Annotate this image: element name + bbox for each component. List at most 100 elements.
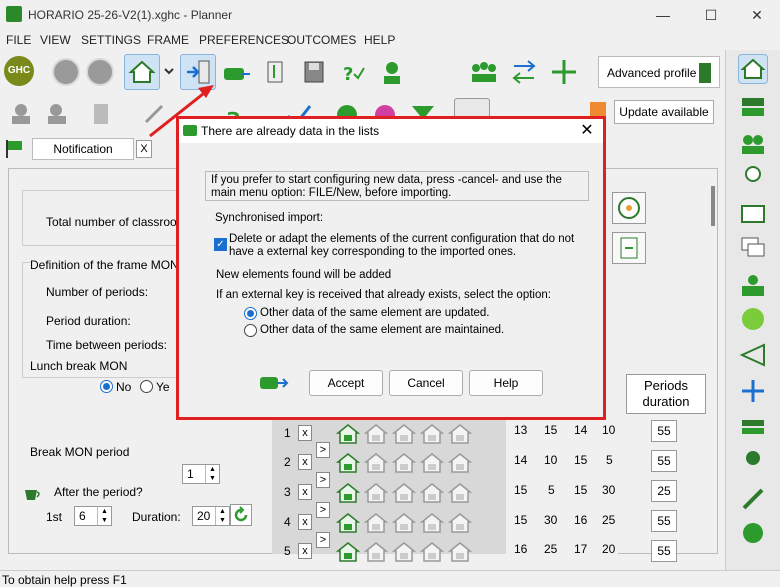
classroom-house-icon[interactable] (391, 451, 417, 475)
duration-stepper[interactable]: 20 ▲ ▼ (192, 506, 230, 526)
classroom-house-icon[interactable] (447, 451, 473, 475)
menu-file[interactable]: FILE (6, 33, 31, 47)
lunch-yes-radio[interactable] (140, 380, 153, 393)
close-tab-button[interactable]: X (136, 140, 152, 158)
import-icon[interactable] (180, 54, 216, 90)
classroom-house-icon[interactable] (335, 540, 361, 564)
sidebar-triangle-icon[interactable] (738, 340, 768, 370)
accept-button[interactable]: Accept (309, 370, 383, 396)
classroom-house-icon[interactable] (419, 481, 445, 505)
period-duration-cell[interactable]: 55 (651, 420, 677, 442)
export-bus-icon[interactable] (218, 54, 254, 90)
sidebar-board-icon[interactable] (738, 200, 768, 230)
menu-help[interactable]: HELP (364, 33, 395, 47)
advanced-profile-button[interactable]: Advanced profile (598, 56, 720, 88)
sidebar-people-icon[interactable] (738, 270, 768, 300)
row-insert-button[interactable]: > (316, 472, 330, 488)
sidebar-compress-icon[interactable] (738, 376, 768, 406)
classroom-house-icon[interactable] (419, 422, 445, 446)
classroom-house-icon[interactable] (391, 540, 417, 564)
add-group-icon[interactable] (44, 98, 80, 134)
sidebar-edit-icon[interactable] (738, 518, 768, 548)
sync-icon[interactable] (506, 54, 542, 90)
classroom-house-icon[interactable] (335, 422, 361, 446)
period-duration-cell[interactable]: 55 (651, 450, 677, 472)
maximize-button[interactable]: ☐ (688, 0, 734, 30)
classroom-house-icon[interactable] (447, 511, 473, 535)
classroom-house-icon[interactable] (363, 481, 389, 505)
document-icon[interactable] (86, 98, 122, 134)
apply-schedule-icon[interactable] (612, 232, 646, 264)
menu-preferences[interactable]: PREFERENCES (199, 33, 289, 47)
first-period-stepper[interactable]: 6 ▲ ▼ (74, 506, 112, 526)
help-check-icon[interactable]: ? (334, 54, 370, 90)
row-insert-button[interactable]: > (316, 502, 330, 518)
chevron-down-icon[interactable] (162, 60, 176, 82)
save-icon[interactable] (296, 54, 332, 90)
help-button[interactable]: Help (469, 370, 543, 396)
period-duration-cell[interactable]: 55 (651, 510, 677, 532)
sidebar-teacher-icon[interactable] (738, 162, 768, 192)
classroom-house-icon[interactable] (363, 540, 389, 564)
row-insert-button[interactable]: > (316, 532, 330, 548)
classroom-house-icon[interactable] (363, 422, 389, 446)
sidebar-smile-icon[interactable] (738, 304, 768, 334)
nav-forward-icon[interactable] (86, 58, 114, 86)
cancel-button[interactable]: Cancel (389, 370, 463, 396)
sidebar-groups-icon[interactable] (738, 128, 768, 158)
ghc-logo-button[interactable]: GHC (4, 56, 34, 86)
classroom-house-icon[interactable] (335, 481, 361, 505)
row-delete-button[interactable]: x (298, 543, 312, 559)
classroom-house-icon[interactable] (391, 481, 417, 505)
period-duration-cell[interactable]: 55 (651, 540, 677, 562)
row-delete-button[interactable]: x (298, 484, 312, 500)
sidebar-stack-icon[interactable] (738, 412, 768, 442)
refresh-icon[interactable] (230, 504, 252, 526)
distribute-icon[interactable] (546, 54, 582, 90)
row-delete-button[interactable]: x (298, 514, 312, 530)
minimize-button[interactable]: — (640, 0, 686, 30)
menu-settings[interactable]: SETTINGS (81, 33, 141, 47)
view-schedule-icon[interactable] (612, 192, 646, 224)
classroom-house-icon[interactable] (447, 540, 473, 564)
row-delete-button[interactable]: x (298, 454, 312, 470)
stepper-arrows-icon[interactable]: ▲ ▼ (205, 465, 219, 483)
menu-view[interactable]: VIEW (40, 33, 71, 47)
delete-adapt-checkbox[interactable]: ✓ (214, 238, 227, 251)
classroom-house-icon[interactable] (363, 511, 389, 535)
attach-icon[interactable] (258, 54, 294, 90)
menu-frame[interactable]: FRAME (147, 33, 189, 47)
scrollbar-thumb[interactable] (711, 186, 715, 226)
sidebar-books-icon[interactable] (738, 92, 768, 122)
break-period-stepper[interactable]: 1 ▲ ▼ (182, 464, 220, 484)
classroom-house-icon[interactable] (335, 511, 361, 535)
update-available-button[interactable]: Update available (614, 100, 714, 124)
teachers-group-icon[interactable] (466, 54, 502, 90)
option-updated-radio[interactable] (244, 307, 257, 320)
dialog-close-icon[interactable]: ✕ (577, 121, 597, 141)
sidebar-windows-icon[interactable] (738, 232, 768, 262)
classroom-house-icon[interactable] (335, 451, 361, 475)
nav-back-icon[interactable] (52, 58, 80, 86)
row-delete-button[interactable]: x (298, 425, 312, 441)
row-insert-button[interactable]: > (316, 442, 330, 458)
classroom-house-icon[interactable] (419, 511, 445, 535)
classroom-house-icon[interactable] (391, 511, 417, 535)
sidebar-pencil-icon[interactable] (738, 484, 768, 514)
option-maintained-radio[interactable] (244, 324, 257, 337)
classroom-house-icon[interactable] (419, 451, 445, 475)
stepper-arrows-icon[interactable]: ▲ ▼ (215, 507, 229, 525)
close-window-button[interactable]: ✕ (734, 0, 780, 30)
classroom-house-icon[interactable] (391, 422, 417, 446)
period-duration-cell[interactable]: 25 (651, 480, 677, 502)
menu-outcomes[interactable]: OUTCOMES (287, 33, 356, 47)
sidebar-home-icon[interactable] (738, 54, 768, 84)
add-person-icon[interactable] (6, 98, 42, 134)
tab-notification[interactable]: Notification (32, 138, 134, 160)
stepper-arrows-icon[interactable]: ▲ ▼ (97, 507, 111, 525)
assistant-icon[interactable] (374, 54, 410, 90)
pen-icon[interactable] (140, 98, 176, 134)
sidebar-people-pair-icon[interactable] (738, 446, 768, 476)
classroom-house-icon[interactable] (447, 481, 473, 505)
classroom-house-icon[interactable] (363, 451, 389, 475)
